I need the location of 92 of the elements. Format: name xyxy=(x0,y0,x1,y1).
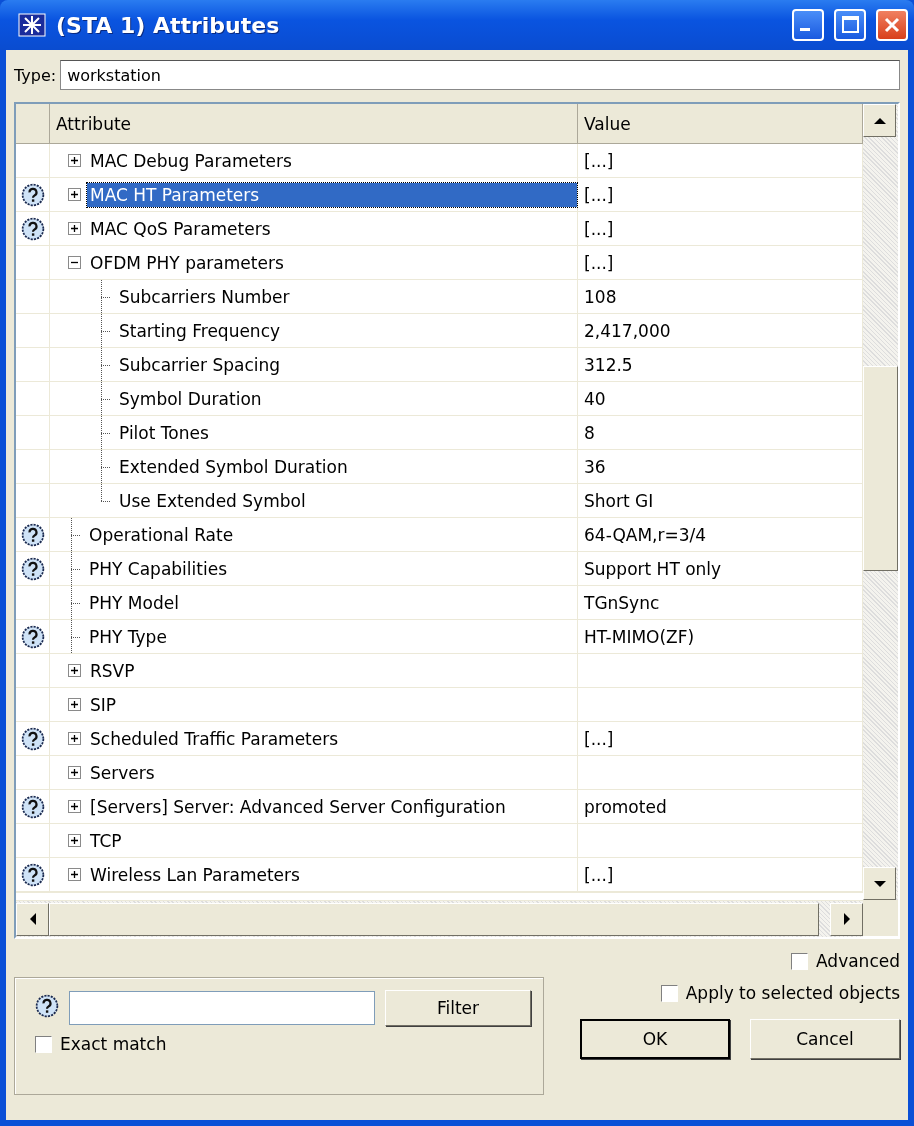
attribute-name[interactable]: [Servers] Server: Advanced Server Configuration xyxy=(87,794,509,819)
scrollbar-thumb[interactable] xyxy=(49,902,819,936)
expand-icon[interactable] xyxy=(68,868,81,881)
attribute-value: Support HT only xyxy=(584,558,722,579)
attribute-value: 108 xyxy=(584,286,617,307)
attribute-name[interactable]: PHY Model xyxy=(86,590,182,615)
scroll-up-button[interactable] xyxy=(863,104,896,137)
help-icon[interactable] xyxy=(20,624,45,649)
expand-icon[interactable] xyxy=(68,800,81,813)
attribute-name[interactable]: Scheduled Traffic Parameters xyxy=(87,726,342,751)
scroll-down-button[interactable] xyxy=(863,867,896,900)
help-icon[interactable] xyxy=(20,862,45,887)
window-title: (STA 1) Attributes xyxy=(56,12,281,38)
collapse-icon[interactable] xyxy=(68,256,81,269)
minimize-icon xyxy=(800,28,810,31)
cancel-button[interactable]: Cancel xyxy=(750,1019,900,1059)
filter-field[interactable] xyxy=(69,991,375,1025)
checkbox-label: Advanced xyxy=(816,951,900,971)
left-arrow-icon xyxy=(28,913,37,925)
expand-icon[interactable] xyxy=(68,154,81,167)
help-icon[interactable] xyxy=(20,556,45,581)
attribute-value: [...] xyxy=(584,218,614,239)
up-arrow-icon xyxy=(873,116,886,125)
help-icon[interactable] xyxy=(35,994,59,1018)
maximize-button[interactable] xyxy=(834,9,866,41)
attribute-value: [...] xyxy=(584,728,614,749)
expand-icon[interactable] xyxy=(68,732,81,745)
help-icon[interactable] xyxy=(20,182,45,207)
ok-button[interactable]: OK xyxy=(580,1019,730,1059)
expand-icon[interactable] xyxy=(68,664,81,677)
attribute-value: 64-QAM,r=3/4 xyxy=(584,524,707,545)
attribute-name[interactable]: Wireless Lan Parameters xyxy=(87,862,303,887)
checkbox[interactable] xyxy=(660,984,678,1002)
horizontal-scrollbar[interactable] xyxy=(16,900,863,937)
attribute-name[interactable]: PHY Capabilities xyxy=(86,556,230,581)
help-icon[interactable] xyxy=(20,216,45,241)
attribute-value: HT-MIMO(ZF) xyxy=(584,626,695,647)
attribute-name[interactable]: MAC QoS Parameters xyxy=(87,216,274,241)
expand-icon[interactable] xyxy=(68,188,81,201)
vertical-scrollbar[interactable] xyxy=(863,104,898,900)
checkbox-label: Exact match xyxy=(60,1034,167,1054)
attribute-name[interactable]: SIP xyxy=(87,692,120,717)
checkbox[interactable] xyxy=(791,952,808,970)
attribute-value: 8 xyxy=(584,422,595,443)
attribute-value: [...] xyxy=(584,184,614,205)
attribute-name[interactable]: MAC HT Parameters xyxy=(87,182,577,207)
expand-icon[interactable] xyxy=(68,698,81,711)
attribute-name[interactable]: Use Extended Symbol xyxy=(116,488,309,513)
scrollbar-thumb[interactable] xyxy=(863,366,898,571)
attribute-name[interactable]: MAC Debug Parameters xyxy=(87,148,295,173)
type-label: Type: xyxy=(14,65,57,85)
expand-icon[interactable] xyxy=(68,222,81,235)
help-icon[interactable] xyxy=(20,726,45,751)
attribute-name[interactable]: Subcarrier Spacing xyxy=(116,352,283,377)
checkbox-label: Apply to selected objects xyxy=(685,983,900,1003)
help-icon[interactable] xyxy=(20,794,45,819)
attribute-name[interactable]: OFDM PHY parameters xyxy=(87,250,287,275)
attribute-value: Short GI xyxy=(584,490,654,511)
attribute-name[interactable]: Symbol Duration xyxy=(116,386,265,411)
checkbox[interactable] xyxy=(35,1035,52,1053)
right-arrow-icon xyxy=(842,913,851,925)
close-button[interactable] xyxy=(876,9,908,41)
app-icon xyxy=(18,13,46,37)
expand-icon[interactable] xyxy=(68,834,81,847)
attribute-value: 36 xyxy=(584,456,606,477)
column-header[interactable]: Attribute xyxy=(50,104,578,144)
attribute-value: 312.5 xyxy=(584,354,633,375)
attribute-value: promoted xyxy=(584,796,667,817)
attribute-name[interactable]: Subcarriers Number xyxy=(116,284,293,309)
attribute-name[interactable]: Extended Symbol Duration xyxy=(116,454,351,479)
attribute-value: [...] xyxy=(584,252,614,273)
scroll-right-button[interactable] xyxy=(830,902,863,936)
minimize-button[interactable] xyxy=(792,9,824,41)
attribute-name[interactable]: Operational Rate xyxy=(86,522,237,547)
scroll-left-button[interactable] xyxy=(16,902,49,936)
attribute-value: [...] xyxy=(584,150,614,171)
attribute-name[interactable]: Starting Frequency xyxy=(116,318,284,343)
filter-button[interactable]: Filter xyxy=(384,990,531,1026)
help-icon[interactable] xyxy=(20,522,45,547)
attribute-name[interactable]: Servers xyxy=(87,760,158,785)
attribute-value: 2,417,000 xyxy=(584,320,671,341)
attribute-name[interactable]: PHY Type xyxy=(86,624,170,649)
attribute-value: TGnSync xyxy=(584,592,660,613)
expand-icon[interactable] xyxy=(68,766,81,779)
attribute-name[interactable]: Pilot Tones xyxy=(116,420,212,445)
scrollbar-corner xyxy=(863,900,898,936)
attribute-value: [...] xyxy=(584,864,614,885)
attribute-value: 40 xyxy=(584,388,606,409)
down-arrow-icon xyxy=(873,879,886,888)
attribute-name[interactable]: RSVP xyxy=(87,658,138,683)
type-field[interactable]: workstation xyxy=(60,60,900,90)
attribute-name[interactable]: TCP xyxy=(87,828,125,853)
